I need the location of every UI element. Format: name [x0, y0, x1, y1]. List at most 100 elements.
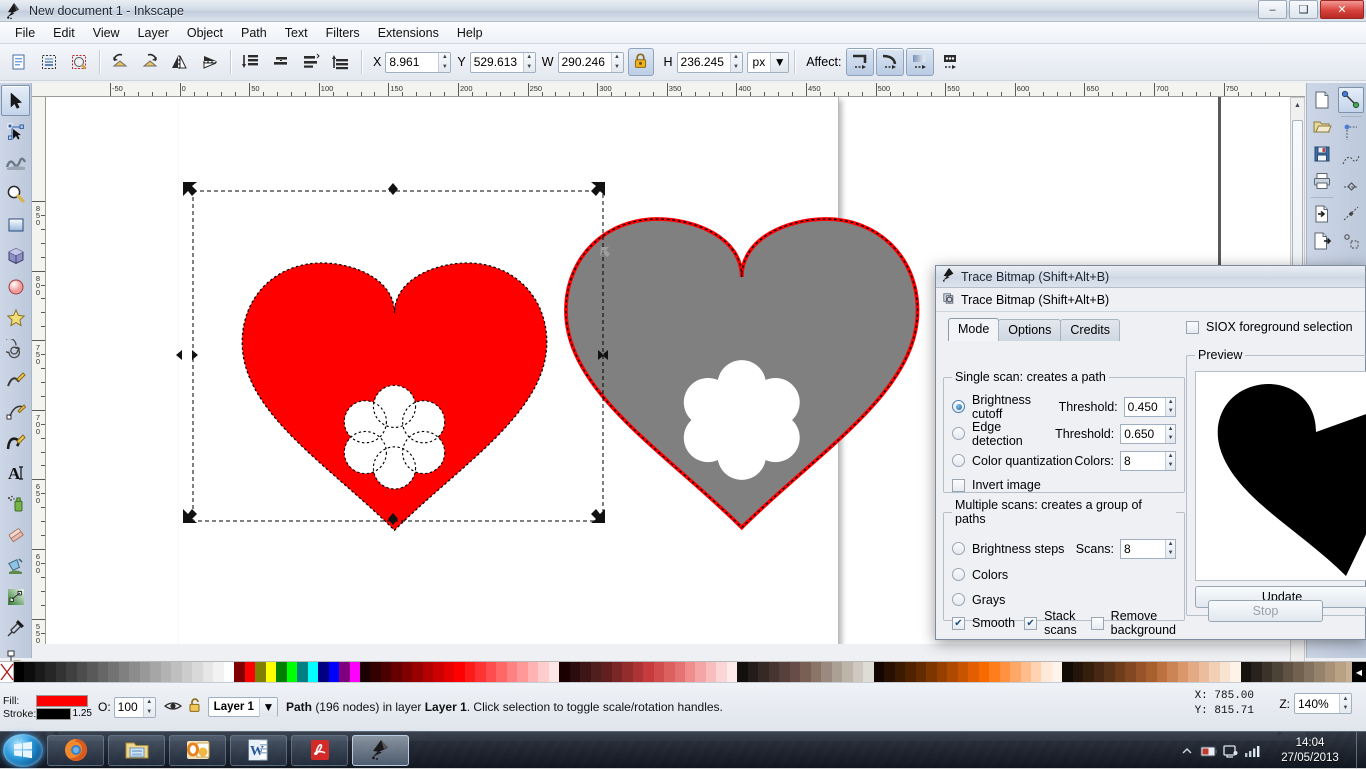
snap-enable-icon[interactable] — [1338, 87, 1364, 113]
affect-gradients-icon[interactable] — [906, 48, 934, 76]
select-all-icon[interactable] — [5, 48, 33, 76]
brightness-steps-radio[interactable] — [952, 542, 965, 555]
menu-text[interactable]: Text — [276, 24, 317, 42]
palette-swatch[interactable] — [423, 662, 433, 682]
palette-swatch[interactable] — [800, 662, 810, 682]
palette-swatch[interactable] — [192, 662, 202, 682]
x-input[interactable] — [386, 53, 438, 72]
show-desktop-button[interactable] — [1356, 732, 1366, 769]
x-spinner[interactable]: ▲▼ — [438, 53, 450, 72]
invert-image-checkbox[interactable] — [952, 479, 965, 492]
acrobat-reader-icon[interactable] — [291, 735, 348, 766]
tab-options[interactable]: Options — [998, 319, 1061, 341]
snap-centers-icon[interactable] — [1338, 228, 1364, 254]
palette-swatch[interactable] — [1220, 662, 1230, 682]
palette-swatch[interactable] — [402, 662, 412, 682]
palette-swatch[interactable] — [108, 662, 118, 682]
selector-tool[interactable] — [1, 85, 30, 116]
scroll-up-icon[interactable]: ▲ — [1291, 99, 1304, 112]
palette-swatch[interactable] — [570, 662, 580, 682]
zoom-field[interactable]: ▲▼ — [1294, 693, 1352, 714]
palette-swatch[interactable] — [538, 662, 548, 682]
h-field[interactable]: ▲▼ — [677, 52, 743, 73]
colors-input[interactable] — [1121, 452, 1165, 470]
menu-layer[interactable]: Layer — [129, 24, 178, 42]
snap-nodes-icon[interactable] — [1338, 120, 1364, 146]
brightness-threshold-input[interactable] — [1125, 398, 1166, 416]
dropper-tool[interactable] — [1, 612, 30, 643]
colors-row[interactable]: Colors — [952, 562, 1176, 587]
spray-tool[interactable] — [1, 488, 30, 519]
palette-swatch[interactable] — [612, 662, 622, 682]
palette-swatch[interactable] — [1062, 662, 1072, 682]
palette-swatch[interactable] — [989, 662, 999, 682]
palette-swatch[interactable] — [979, 662, 989, 682]
import-icon[interactable] — [1309, 201, 1335, 227]
palette-swatch[interactable] — [444, 662, 454, 682]
smooth-checkbox[interactable]: ✔ — [952, 617, 965, 630]
word-icon[interactable]: W — [230, 735, 287, 766]
snap-bbox-icon[interactable] — [1338, 174, 1364, 200]
palette-swatch[interactable] — [35, 662, 45, 682]
palette-swatch[interactable] — [769, 662, 779, 682]
palette-swatch[interactable] — [66, 662, 76, 682]
y-spinner[interactable]: ▲▼ — [523, 53, 535, 72]
menu-file[interactable]: File — [6, 24, 44, 42]
chevron-down-icon[interactable]: ▼ — [770, 53, 788, 72]
palette-swatch[interactable] — [1052, 662, 1062, 682]
palette-swatch[interactable] — [622, 662, 632, 682]
palette-swatch[interactable] — [318, 662, 328, 682]
color-quantization-radio[interactable] — [952, 454, 965, 467]
brightness-threshold-spinner[interactable]: ▲▼ — [1165, 398, 1175, 416]
palette-swatch[interactable] — [947, 662, 957, 682]
palette-swatch[interactable] — [643, 662, 653, 682]
palette-swatch[interactable] — [1199, 662, 1209, 682]
network-icon[interactable] — [1220, 732, 1242, 769]
fill-stroke-indicator[interactable]: Fill: Stroke: 1.25 — [0, 694, 92, 720]
affect-stroke-width-icon[interactable] — [846, 48, 874, 76]
box3d-tool[interactable] — [1, 240, 30, 271]
snap-paths-icon[interactable] — [1338, 147, 1364, 173]
colors-radio[interactable] — [952, 568, 965, 581]
palette-swatch[interactable] — [633, 662, 643, 682]
battery-icon[interactable] — [1198, 732, 1220, 769]
scans-spinner[interactable]: ▲▼ — [1165, 540, 1175, 558]
calligraphy-tool[interactable] — [1, 426, 30, 457]
show-hidden-icons-icon[interactable] — [1176, 732, 1198, 769]
paintbucket-tool[interactable] — [1, 550, 30, 581]
palette-swatch[interactable] — [245, 662, 255, 682]
color-palette[interactable]: ◀ — [0, 661, 1366, 682]
x-field[interactable]: ▲▼ — [385, 52, 451, 73]
grays-radio[interactable] — [952, 593, 965, 606]
palette-swatch[interactable] — [1262, 662, 1272, 682]
colors-spinner[interactable]: ▲▼ — [1165, 452, 1175, 470]
rotate-clockwise-icon[interactable] — [136, 48, 164, 76]
edge-threshold-field[interactable]: ▲▼ — [1120, 424, 1176, 444]
palette-swatch[interactable] — [171, 662, 181, 682]
palette-swatch[interactable] — [664, 662, 674, 682]
palette-swatch[interactable] — [234, 662, 244, 682]
eraser-tool[interactable] — [1, 519, 30, 550]
zoom-spinner[interactable]: ▲▼ — [1339, 694, 1351, 713]
palette-swatch[interactable] — [1136, 662, 1146, 682]
vertical-ruler[interactable]: 850800750700650600550 — [32, 97, 46, 644]
layer-select[interactable]: Layer 1 ▼ — [208, 697, 278, 717]
palette-swatch[interactable] — [1304, 662, 1314, 682]
palette-swatch[interactable] — [370, 662, 380, 682]
palette-swatch[interactable] — [1115, 662, 1125, 682]
invert-image-row[interactable]: Invert image — [952, 474, 1176, 496]
brightness-cutoff-radio[interactable] — [952, 400, 965, 413]
tab-credits[interactable]: Credits — [1060, 319, 1120, 341]
palette-swatch[interactable] — [475, 662, 485, 682]
palette-swatch[interactable] — [465, 662, 475, 682]
print-document-icon[interactable] — [1309, 168, 1335, 194]
palette-swatch[interactable] — [87, 662, 97, 682]
palette-swatch[interactable] — [716, 662, 726, 682]
ellipse-tool[interactable] — [1, 271, 30, 302]
palette-swatch[interactable] — [811, 662, 821, 682]
palette-swatch[interactable] — [45, 662, 55, 682]
siox-row[interactable]: SIOX foreground selection — [1186, 320, 1353, 334]
palette-swatch[interactable] — [1146, 662, 1156, 682]
palette-swatch[interactable] — [276, 662, 286, 682]
gradient-tool[interactable] — [1, 581, 30, 612]
